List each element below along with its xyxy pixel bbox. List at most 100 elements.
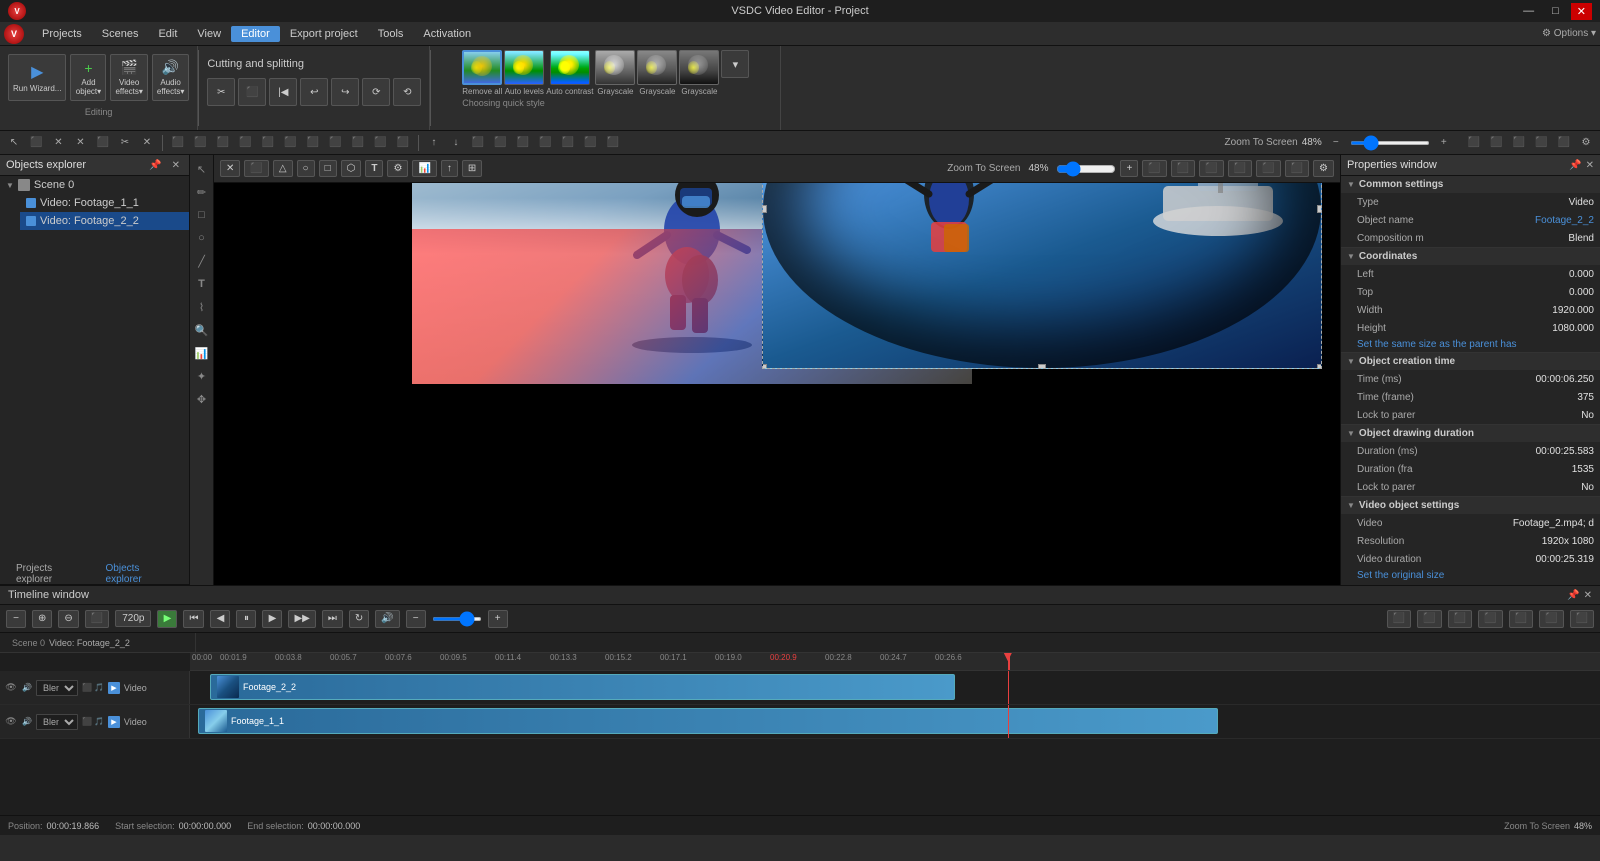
video-settings-header[interactable]: ▼ Video object settings xyxy=(1341,497,1600,514)
tb2-align10[interactable]: ⬛ xyxy=(370,134,390,152)
prop-same-size-link[interactable]: Set the same size as the parent has xyxy=(1341,337,1600,352)
menu-editor[interactable]: Editor xyxy=(231,26,280,42)
options-button[interactable]: ⚙ Options ▾ xyxy=(1542,28,1596,39)
tb2-arrow[interactable]: ↖ xyxy=(4,134,24,152)
canvas-tb-btn6[interactable]: ⬡ xyxy=(341,160,362,177)
zoom-plus[interactable]: + xyxy=(1434,134,1454,152)
track22-blend-select[interactable]: Blend xyxy=(36,680,78,696)
close-button[interactable]: ✕ xyxy=(1571,3,1592,20)
clip-footage22[interactable]: Footage_2_2 xyxy=(210,674,955,700)
menu-scenes[interactable]: Scenes xyxy=(92,26,149,42)
props-close[interactable]: ✕ xyxy=(1586,160,1594,171)
maximize-button[interactable]: □ xyxy=(1546,3,1565,20)
tb2-view2[interactable]: ⬛ xyxy=(1486,134,1506,152)
qs-grayscale2[interactable] xyxy=(637,50,677,85)
tb2-up[interactable]: ↑ xyxy=(424,134,444,152)
prop-source-duration-link[interactable]: Set the source duration xyxy=(1341,583,1600,585)
tb2-align5[interactable]: ⬛ xyxy=(258,134,278,152)
tl-prev-frame[interactable]: ◀ xyxy=(210,610,230,628)
cut-btn5[interactable]: ↪ xyxy=(331,78,359,106)
zoom-slider[interactable] xyxy=(1350,141,1430,145)
canvas-tb-btn3[interactable]: △ xyxy=(273,160,293,177)
canvas-view2[interactable]: ⬛ xyxy=(1171,160,1195,177)
quickstyle-more-button[interactable]: ▾ xyxy=(721,50,749,78)
lt-ellipse[interactable]: ○ xyxy=(192,228,212,248)
tb2-align9[interactable]: ⬛ xyxy=(348,134,368,152)
qs-remove-all[interactable] xyxy=(462,50,502,85)
canvas-view3[interactable]: ⬛ xyxy=(1199,160,1223,177)
cut-btn4[interactable]: ↩ xyxy=(300,78,328,106)
tb2-b1[interactable]: ⬛ xyxy=(92,134,112,152)
qs-auto-contrast[interactable] xyxy=(550,50,590,85)
canvas-zoom-plus[interactable]: + xyxy=(1120,160,1138,177)
canvas-tb-btn1[interactable]: ✕ xyxy=(220,160,240,177)
menu-projects[interactable]: Projects xyxy=(32,26,92,42)
tl-begin[interactable]: ⏮ xyxy=(183,610,204,628)
tb2-align11[interactable]: ⬛ xyxy=(392,134,412,152)
object-creation-header[interactable]: ▼ Object creation time xyxy=(1341,353,1600,370)
qs-grayscale3[interactable] xyxy=(679,50,719,85)
canvas-view6[interactable]: ⬛ xyxy=(1285,160,1309,177)
tl-remove-track[interactable]: ⊖ xyxy=(58,610,78,628)
tb2-more1[interactable]: ⬛ xyxy=(558,134,578,152)
tree-footage1-1[interactable]: Video: Footage_1_1 xyxy=(20,194,189,212)
lt-line[interactable]: ╱ xyxy=(192,251,212,271)
tab-objects-explorer[interactable]: Objects explorer xyxy=(96,561,183,589)
cut-btn2[interactable]: ⬛ xyxy=(238,78,266,106)
tb2-lock[interactable]: ⬛ xyxy=(535,134,555,152)
canvas-zoom-slider[interactable] xyxy=(1056,161,1116,177)
tb2-b2[interactable]: ✂ xyxy=(115,134,135,152)
tl-mark-out[interactable]: ⬛ xyxy=(1448,610,1472,628)
audio-effects-button[interactable]: 🔊 Audioeffects▾ xyxy=(152,54,189,101)
canvas-tb-up[interactable]: ↑ xyxy=(441,160,458,177)
tl-zoom-tl[interactable]: ⬛ xyxy=(1478,610,1502,628)
canvas-tb-gear[interactable]: ⚙ xyxy=(387,160,408,177)
video-right-clip[interactable] xyxy=(762,155,1322,369)
tl-minus[interactable]: − xyxy=(6,610,26,628)
qs-grayscale1[interactable] xyxy=(595,50,635,85)
app-menu-icon[interactable]: V xyxy=(4,24,24,44)
menu-tools[interactable]: Tools xyxy=(368,26,414,42)
menu-view[interactable]: View xyxy=(187,26,231,42)
cut-btn7[interactable]: ⟲ xyxy=(393,78,421,106)
common-settings-header[interactable]: ▼ Common settings xyxy=(1341,176,1600,193)
tl-split-view[interactable]: ⬛ xyxy=(1570,610,1594,628)
tl-snap[interactable]: ⬛ xyxy=(1387,610,1411,628)
tb2-view1[interactable]: ⬛ xyxy=(1464,134,1484,152)
tb2-gear[interactable]: ⚙ xyxy=(1576,134,1596,152)
prop-original-size-link[interactable]: Set the original size xyxy=(1341,568,1600,583)
tb2-down[interactable]: ↓ xyxy=(446,134,466,152)
tb2-cut[interactable]: ✕ xyxy=(70,134,90,152)
lt-move[interactable]: ✥ xyxy=(192,389,212,409)
lt-pen[interactable]: ✏ xyxy=(192,182,212,202)
objects-explorer-close[interactable]: ✕ xyxy=(169,160,183,171)
video-effects-button[interactable]: 🎬 Videoeffects▾ xyxy=(110,54,147,101)
canvas-tb-btn4[interactable]: ○ xyxy=(297,160,315,177)
tb2-group[interactable]: ⬛ xyxy=(490,134,510,152)
timeline-close[interactable]: ✕ xyxy=(1584,590,1592,601)
lt-chart[interactable]: 📊 xyxy=(192,343,212,363)
tb2-align4[interactable]: ⬛ xyxy=(235,134,255,152)
track22-eye[interactable]: 👁 xyxy=(4,681,18,695)
zoom-minus[interactable]: − xyxy=(1326,134,1346,152)
coordinates-header[interactable]: ▼ Coordinates xyxy=(1341,248,1600,265)
tb2-view4[interactable]: ⬛ xyxy=(1531,134,1551,152)
tb2-arrange[interactable]: ⬛ xyxy=(468,134,488,152)
tb2-view5[interactable]: ⬛ xyxy=(1554,134,1574,152)
tb2-b3[interactable]: ✕ xyxy=(137,134,157,152)
tl-vol-down[interactable]: − xyxy=(406,610,426,628)
tl-lock[interactable]: ⬛ xyxy=(85,610,109,628)
canvas-tb-grid[interactable]: ⊞ xyxy=(462,160,482,177)
tb2-select[interactable]: ⬛ xyxy=(26,134,46,152)
tl-vol-slider[interactable] xyxy=(432,617,482,621)
tl-vol-up[interactable]: + xyxy=(488,610,508,628)
menu-activation[interactable]: Activation xyxy=(413,26,481,42)
object-drawing-header[interactable]: ▼ Object drawing duration xyxy=(1341,425,1600,442)
objects-explorer-pin[interactable]: 📌 xyxy=(146,160,164,171)
cut-btn1[interactable]: ✂ xyxy=(207,78,235,106)
tl-mark-in[interactable]: ⬛ xyxy=(1417,610,1441,628)
canvas-tb-btn5[interactable]: □ xyxy=(319,160,337,177)
tl-loop[interactable]: ↻ xyxy=(349,610,369,628)
tl-next-frame[interactable]: ▶ xyxy=(262,610,282,628)
clip-footage11[interactable]: Footage_1_1 xyxy=(198,708,1218,734)
